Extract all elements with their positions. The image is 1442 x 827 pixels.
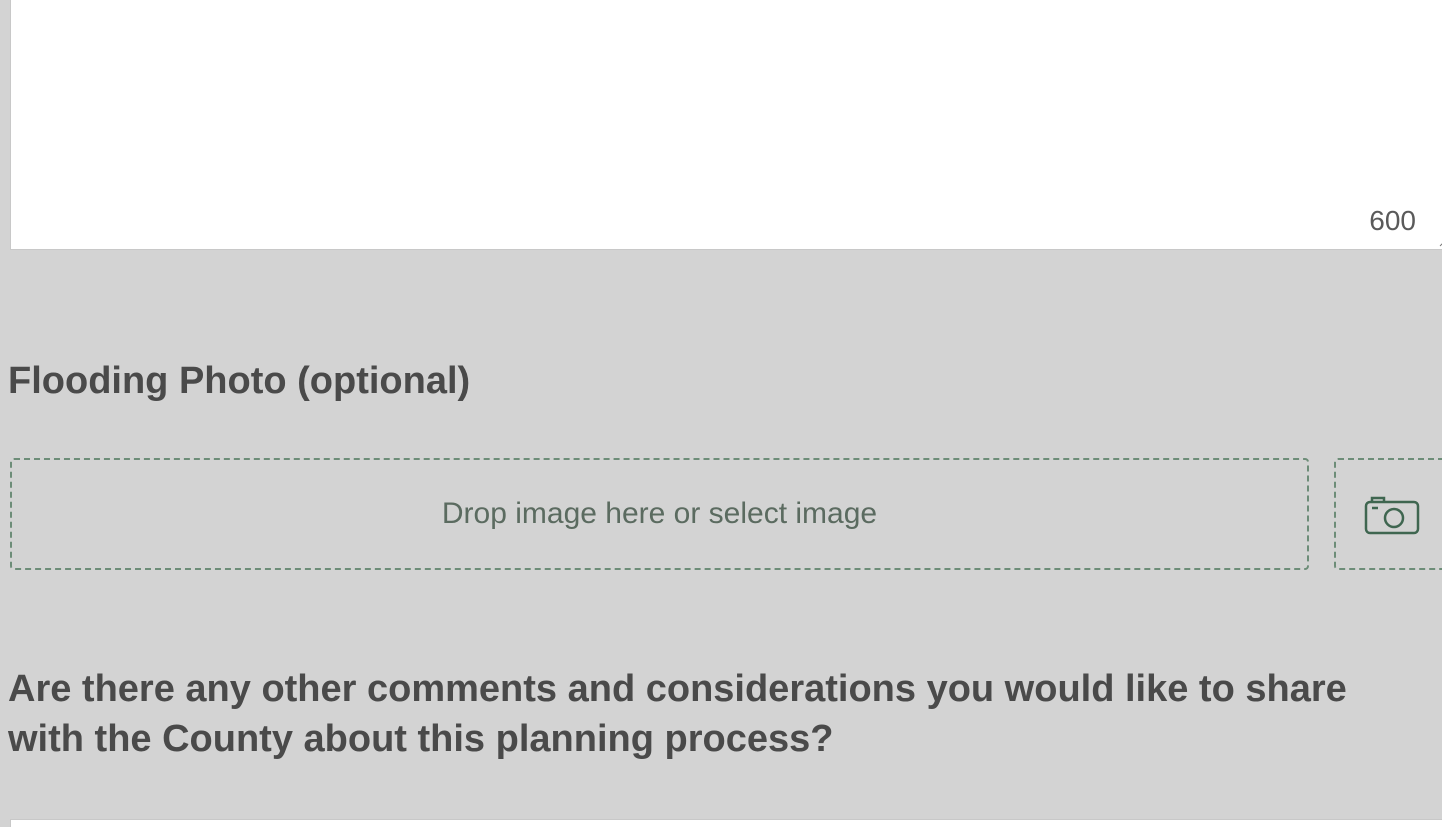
flooding-photo-label: Flooding Photo (optional) xyxy=(8,360,471,402)
survey-form: 600 Flooding Photo (optional) Drop image… xyxy=(0,0,1442,827)
resize-handle-icon[interactable] xyxy=(1438,237,1442,247)
camera-icon xyxy=(1364,496,1420,535)
comments-textarea[interactable] xyxy=(10,819,1442,827)
previous-answer-textarea[interactable]: 600 xyxy=(10,0,1442,250)
character-count: 600 xyxy=(1369,205,1416,236)
camera-button[interactable] xyxy=(1334,458,1442,570)
dropzone-text: Drop image here or select image xyxy=(441,497,878,530)
other-comments-label: Are there any other comments and conside… xyxy=(8,668,1347,760)
image-dropzone[interactable]: Drop image here or select image xyxy=(10,458,1309,570)
